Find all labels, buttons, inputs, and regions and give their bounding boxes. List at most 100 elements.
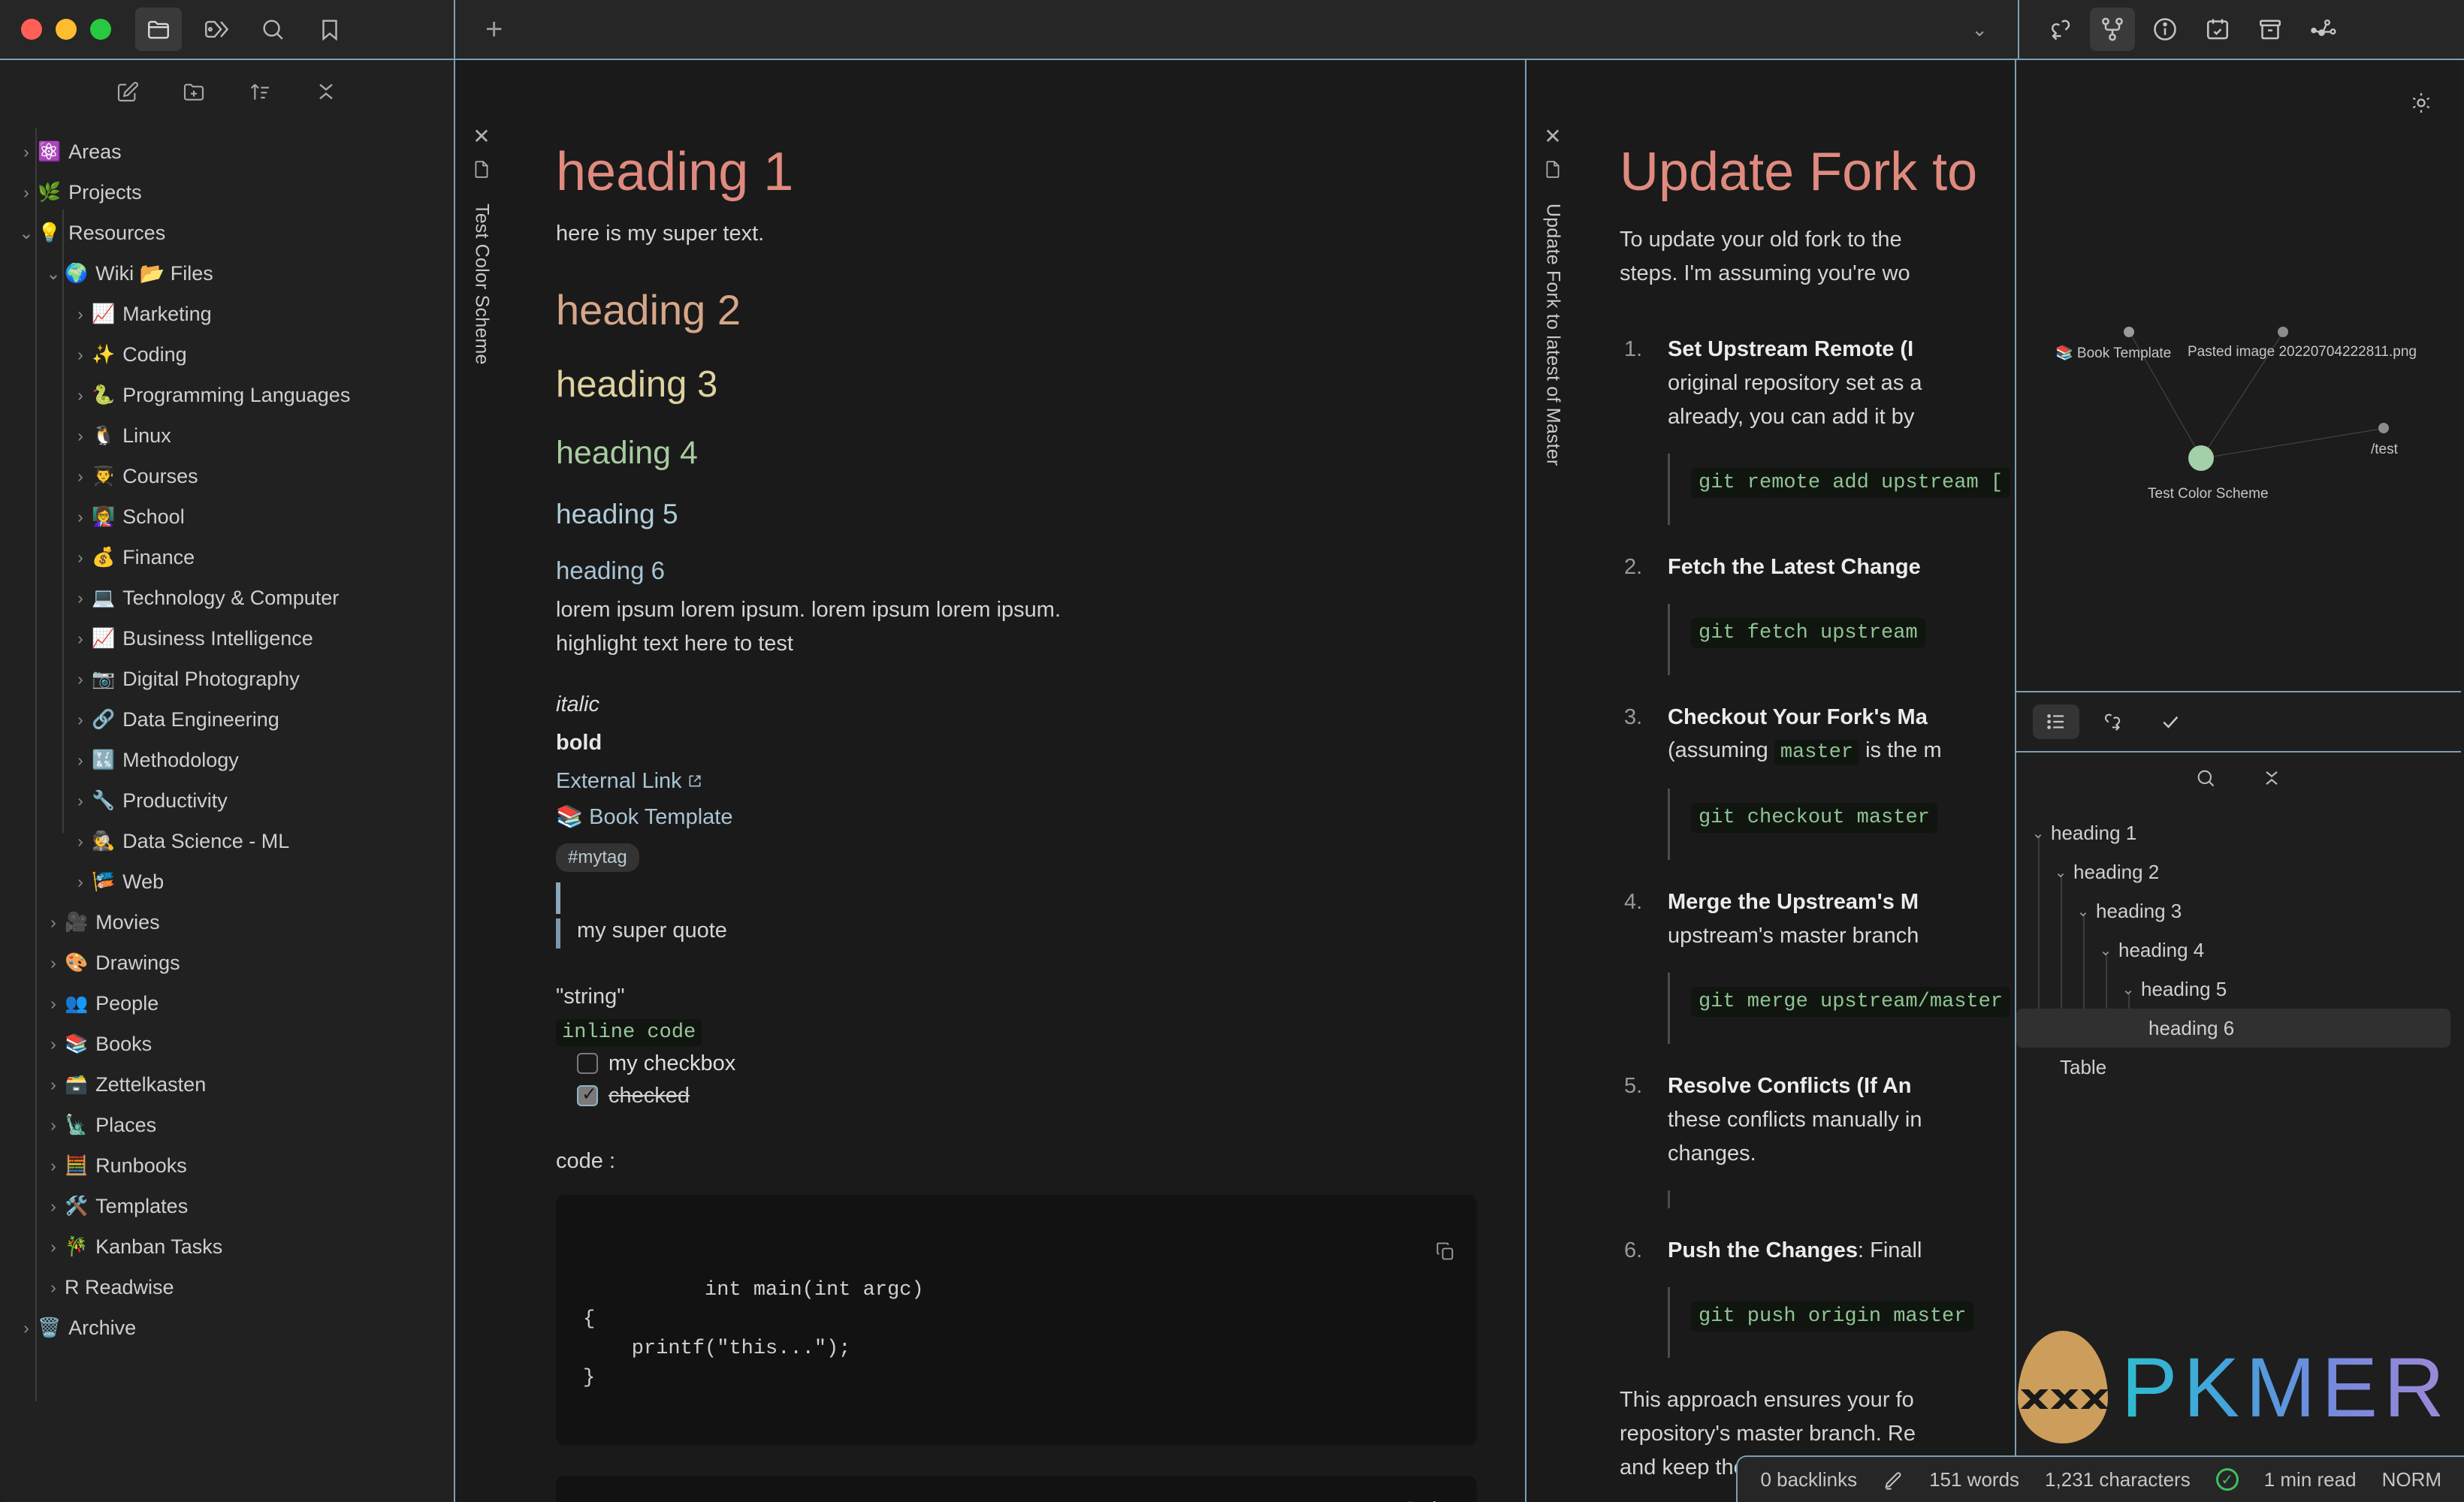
folder-tree-item[interactable]: › 💻 Technology & Computer: [0, 578, 454, 618]
folder-tree-item[interactable]: › 👨‍🎓 Courses: [0, 456, 454, 496]
folder-tree-item[interactable]: › 👩‍🏫 School: [0, 496, 454, 537]
graph-node[interactable]: [2278, 327, 2288, 337]
chevron-right-icon[interactable]: ›: [42, 1156, 65, 1176]
chevron-right-icon[interactable]: ›: [15, 1318, 38, 1338]
checkbox-item-checked[interactable]: checked: [577, 1083, 1477, 1108]
outline-tab[interactable]: [2033, 704, 2079, 739]
graph-node[interactable]: [2188, 445, 2214, 471]
folder-tree-item[interactable]: › ⚛️ Areas: [0, 131, 454, 172]
tags-icon[interactable]: [192, 8, 239, 51]
folder-tree-item[interactable]: › 🛠️ Templates: [0, 1186, 454, 1226]
calendar-icon[interactable]: [2195, 8, 2240, 51]
folder-tree-item[interactable]: ⌄ 🌍 Wiki 📂 Files: [0, 253, 454, 294]
folder-tree-item[interactable]: › 💰 Finance: [0, 537, 454, 578]
code-block-javascript[interactable]: JavaScript const baseValue = prompt('Ent…: [556, 1475, 1477, 1502]
window-controls[interactable]: [21, 19, 111, 40]
editor-content[interactable]: heading 1 here is my super text. heading…: [508, 60, 1525, 1502]
graph-network-icon[interactable]: [2300, 8, 2345, 51]
chevron-right-icon[interactable]: ›: [69, 669, 92, 689]
new-folder-icon[interactable]: [182, 80, 206, 107]
editor2-content[interactable]: Update Fork to To update your old fork t…: [1579, 60, 2015, 1502]
chevron-right-icon[interactable]: ›: [69, 345, 92, 365]
folder-tree-item[interactable]: › 🔗 Data Engineering: [0, 699, 454, 740]
chevron-down-icon[interactable]: ⌄: [2070, 902, 2096, 921]
maximize-window-button[interactable]: [90, 19, 111, 40]
gear-icon[interactable]: [2408, 90, 2434, 119]
folder-tree-item[interactable]: › 🕵️ Data Science - ML: [0, 821, 454, 861]
chevron-right-icon[interactable]: ›: [69, 507, 92, 527]
folder-tree-item[interactable]: › 🐍 Programming Languages: [0, 375, 454, 415]
chevron-right-icon[interactable]: ›: [69, 588, 92, 608]
chevron-right-icon[interactable]: ›: [42, 1075, 65, 1095]
outline-item-table[interactable]: Table: [2016, 1048, 2461, 1087]
folder-tree-item[interactable]: › 🗑️ Archive: [0, 1307, 454, 1348]
folder-tree-item[interactable]: › 🐧 Linux: [0, 415, 454, 456]
chevron-right-icon[interactable]: ›: [42, 1277, 65, 1298]
chevron-right-icon[interactable]: ›: [69, 629, 92, 649]
close-tab-icon[interactable]: ✕: [473, 126, 490, 147]
chevron-right-icon[interactable]: ›: [42, 953, 65, 973]
chevron-down-icon[interactable]: ⌄: [2048, 863, 2073, 882]
outline-item[interactable]: ⌄ heading 5: [2016, 970, 2461, 1009]
folder-tree-item[interactable]: › 🧮 Runbooks: [0, 1145, 454, 1186]
chevron-right-icon[interactable]: ›: [69, 466, 92, 487]
chevron-right-icon[interactable]: ›: [15, 182, 38, 203]
chevron-down-icon[interactable]: ⌄: [2093, 941, 2118, 960]
new-note-icon[interactable]: [116, 80, 140, 107]
folder-tree-item[interactable]: › 📷 Digital Photography: [0, 659, 454, 699]
folder-tree-item[interactable]: › 🎏 Web: [0, 861, 454, 902]
folder-tree-item[interactable]: › 🌿 Projects: [0, 172, 454, 213]
folder-tree-item[interactable]: › 🔣 Methodology: [0, 740, 454, 780]
chevron-right-icon[interactable]: ›: [42, 1237, 65, 1257]
folder-tree-item[interactable]: › ✨ Coding: [0, 334, 454, 375]
checkbox-checked-icon[interactable]: [577, 1083, 598, 1107]
backlinks-count[interactable]: 0 backlinks: [1760, 1468, 1857, 1491]
outgoing-links-tab[interactable]: [2090, 704, 2136, 739]
graph-node[interactable]: [2124, 327, 2134, 337]
chevron-right-icon[interactable]: ›: [42, 912, 65, 933]
chevron-right-icon[interactable]: ›: [42, 1115, 65, 1136]
folder-tree-item[interactable]: › 🔧 Productivity: [0, 780, 454, 821]
collapse-all-icon[interactable]: [2261, 768, 2282, 792]
chevron-right-icon[interactable]: ›: [69, 750, 92, 771]
outline-item[interactable]: ⌄ heading 3: [2016, 891, 2461, 930]
folder-tree-item[interactable]: › 🎥 Movies: [0, 902, 454, 943]
tag-pill[interactable]: #mytag: [556, 843, 639, 872]
chevron-right-icon[interactable]: ›: [42, 994, 65, 1014]
pencil-icon[interactable]: [1883, 1467, 1904, 1491]
bookmark-icon[interactable]: [306, 8, 353, 51]
chevron-right-icon[interactable]: ›: [69, 385, 92, 406]
chevron-right-icon[interactable]: ›: [69, 547, 92, 568]
search-icon[interactable]: [2195, 768, 2216, 792]
chevron-right-icon[interactable]: ›: [69, 710, 92, 730]
chevron-right-icon[interactable]: ›: [69, 831, 92, 852]
close-window-button[interactable]: [21, 19, 42, 40]
chevron-right-icon[interactable]: ›: [15, 142, 38, 162]
chevron-right-icon[interactable]: ›: [69, 304, 92, 324]
chevron-right-icon[interactable]: ›: [69, 791, 92, 811]
outline-item[interactable]: ⌄ heading 1: [2016, 813, 2461, 852]
backlinks-icon[interactable]: [2037, 8, 2082, 51]
chevron-down-icon[interactable]: ⌄: [15, 223, 38, 243]
local-graph-view[interactable]: 📚 Book Template Pasted image 202207042228…: [2016, 60, 2461, 691]
info-icon[interactable]: [2142, 8, 2188, 51]
folder-tree-item[interactable]: › R Readwise: [0, 1267, 454, 1307]
copy-icon[interactable]: [1289, 1211, 1456, 1301]
folder-tree-item[interactable]: ⌄ 💡 Resources: [0, 213, 454, 253]
checkbox-unchecked-icon[interactable]: [577, 1053, 598, 1075]
chevron-right-icon[interactable]: ›: [42, 1034, 65, 1054]
checkbox-item-unchecked[interactable]: my checkbox: [577, 1051, 1477, 1076]
internal-link-book-template[interactable]: 📚 Book Template: [556, 805, 732, 829]
archive-icon[interactable]: [2248, 8, 2293, 51]
minimize-window-button[interactable]: [56, 19, 77, 40]
folder-tree-item[interactable]: › 🗽 Places: [0, 1105, 454, 1145]
folder-tree-item[interactable]: › 📈 Marketing: [0, 294, 454, 334]
folder-tree-item[interactable]: › 📚 Books: [0, 1024, 454, 1064]
chevron-down-icon[interactable]: ⌄: [42, 264, 65, 284]
folder-icon[interactable]: [135, 8, 182, 51]
tasks-tab[interactable]: [2147, 704, 2194, 739]
graph-node[interactable]: [2378, 423, 2389, 433]
outline-item[interactable]: ⌄ heading 2: [2016, 852, 2461, 891]
chevron-right-icon[interactable]: ›: [69, 426, 92, 446]
folder-tree-item[interactable]: › 📈 Business Intelligence: [0, 618, 454, 659]
